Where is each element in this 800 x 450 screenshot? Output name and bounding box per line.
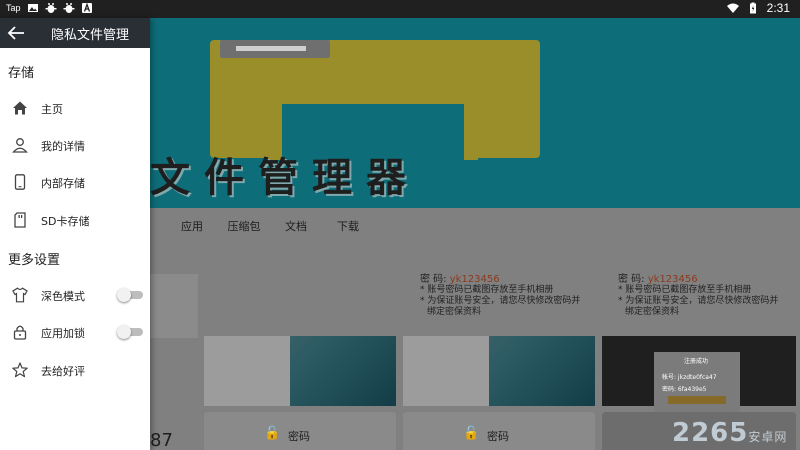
drawer-header: 隐私文件管理 bbox=[0, 18, 150, 48]
category-tabs: 应用 压缩包 文档 下载 bbox=[150, 218, 800, 238]
menu-item-sd-card[interactable]: SD卡存储 bbox=[0, 206, 150, 234]
tab-apps[interactable]: 应用 bbox=[166, 218, 218, 238]
menu-item-internal-storage[interactable]: 内部存储 bbox=[0, 168, 150, 196]
clock: 2:31 bbox=[766, 1, 790, 15]
a-badge-icon bbox=[81, 2, 92, 13]
status-bar: Tap 2:31 bbox=[0, 0, 800, 18]
account-card: 密 码: yk123456 * 账号密码已截图存放至手机相册 * 为保证账号安全… bbox=[420, 274, 600, 318]
bug-icon bbox=[45, 3, 57, 13]
screenshot-popup: 注册成功 帐号: jkzdte0fca47 密码: 6fa439e5 bbox=[654, 352, 740, 412]
menu-item-dark-mode[interactable]: 深色模式 bbox=[0, 281, 150, 309]
menu-item-label: 深色模式 bbox=[41, 290, 85, 303]
menu-item-label: 去给好评 bbox=[41, 365, 85, 378]
menu-item-label: 我的详情 bbox=[41, 140, 85, 153]
phone-icon bbox=[14, 174, 26, 190]
card-note: * 账号密码已截图存放至手机相册 bbox=[420, 285, 554, 295]
locked-item[interactable]: 🔓 密码 bbox=[403, 412, 595, 450]
password-label: 密 码: bbox=[618, 274, 648, 285]
back-arrow-icon[interactable] bbox=[6, 23, 26, 43]
menu-item-label: 内部存储 bbox=[41, 177, 85, 190]
image-thumbnail[interactable] bbox=[204, 336, 396, 406]
locked-label: 密码 bbox=[487, 430, 509, 443]
menu-item-label: 主页 bbox=[41, 103, 63, 116]
menu-item-rate-app[interactable]: 去给好评 bbox=[0, 356, 150, 384]
bug-icon bbox=[63, 3, 75, 13]
tab-downloads[interactable]: 下载 bbox=[322, 218, 374, 238]
dark-mode-toggle[interactable] bbox=[117, 288, 143, 302]
popup-password: 密码: 6fa439e5 bbox=[662, 386, 707, 393]
popup-account: 帐号: jkzdte0fca47 bbox=[662, 374, 717, 381]
shirt-icon bbox=[12, 287, 28, 303]
popup-title: 注册成功 bbox=[684, 358, 709, 365]
password-label: 密 码: bbox=[420, 274, 450, 285]
menu-item-profile[interactable]: 我的详情 bbox=[0, 131, 150, 159]
lock-icon: 🔓 bbox=[264, 426, 281, 441]
menu-item-label: 应用加锁 bbox=[41, 327, 85, 340]
menu-item-home[interactable]: 主页 bbox=[0, 94, 150, 122]
sd-card-icon bbox=[14, 212, 26, 228]
password-value: yk123456 bbox=[647, 274, 698, 285]
card-note: 绑定密保资料 bbox=[427, 307, 482, 317]
locked-label: 密码 bbox=[288, 430, 310, 443]
app-lock-toggle[interactable] bbox=[117, 325, 143, 339]
tab-documents[interactable]: 文档 bbox=[270, 218, 322, 238]
menu-item-label: SD卡存储 bbox=[41, 215, 90, 228]
card-note: 绑定密保资料 bbox=[625, 307, 680, 317]
storage-section-title: 存储 bbox=[8, 66, 35, 81]
banner-title: 文件管理器 bbox=[150, 155, 420, 201]
locked-item[interactable]: 🔓 密码 bbox=[204, 412, 396, 450]
card-note: * 账号密码已截图存放至手机相册 bbox=[618, 285, 752, 295]
wifi-icon bbox=[726, 3, 739, 13]
lock-icon: 🔓 bbox=[463, 426, 480, 441]
thumbnail bbox=[150, 274, 198, 338]
more-settings-section-title: 更多设置 bbox=[8, 253, 61, 268]
lock-icon bbox=[13, 325, 27, 340]
image-icon bbox=[27, 4, 38, 12]
card-note: * 为保证账号安全，请您尽快修改密码并 bbox=[420, 296, 581, 306]
password-value: yk123456 bbox=[449, 274, 500, 285]
home-icon bbox=[13, 101, 27, 115]
partial-number: 87 bbox=[150, 430, 173, 450]
person-icon bbox=[12, 138, 28, 153]
tap-indicator: Tap bbox=[6, 3, 21, 13]
account-card: 密 码: yk123456 * 账号密码已截图存放至手机相册 * 为保证账号安全… bbox=[618, 274, 798, 318]
star-icon bbox=[12, 362, 28, 378]
card-note: * 为保证账号安全，请您尽快修改密码并 bbox=[618, 296, 779, 306]
navigation-drawer: 隐私文件管理 存储 主页 我的详情 内部存储 SD卡存储 更多设置 深色模式 应… bbox=[0, 18, 150, 450]
menu-item-app-lock[interactable]: 应用加锁 bbox=[0, 318, 150, 346]
battery-icon bbox=[749, 2, 756, 14]
image-thumbnail[interactable] bbox=[403, 336, 595, 406]
drawer-title: 隐私文件管理 bbox=[51, 28, 130, 43]
tab-archives[interactable]: 压缩包 bbox=[218, 218, 270, 238]
watermark: 2265安卓网 bbox=[672, 418, 788, 448]
